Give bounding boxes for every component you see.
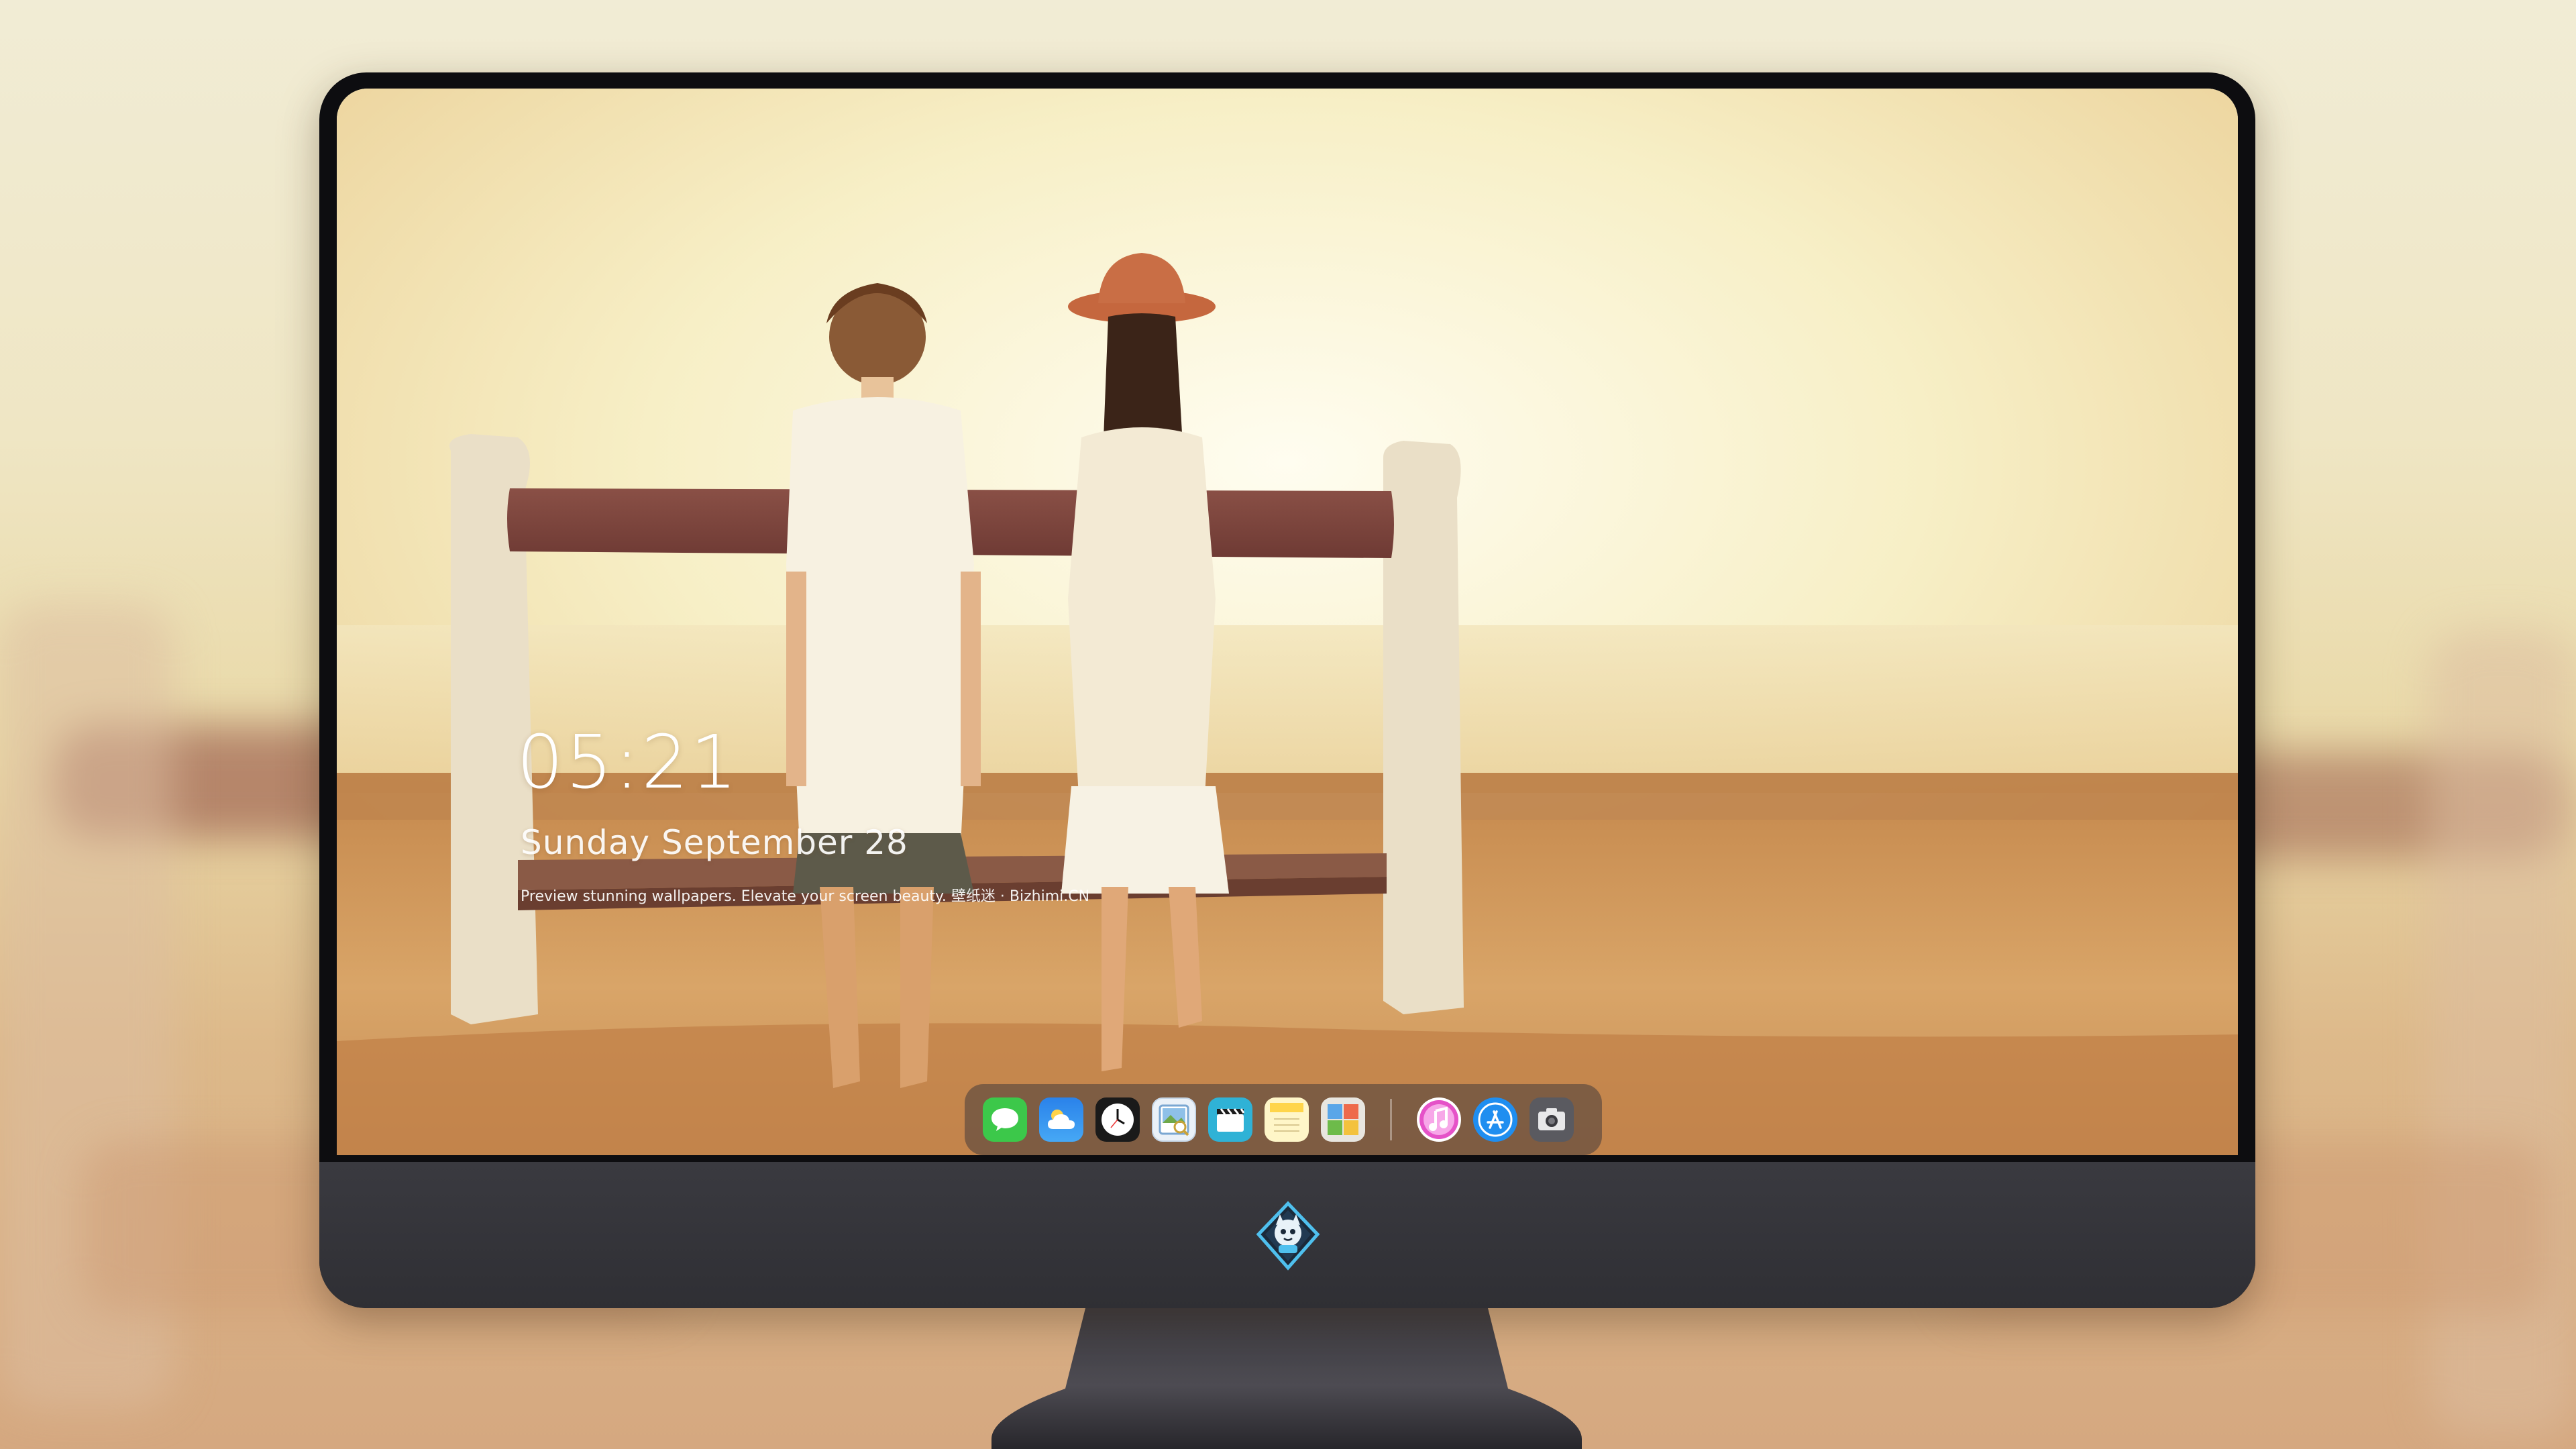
clock-icon [1102,1104,1134,1136]
desktop-mockup: 05:21 Sunday September 28 Preview stunni… [0,0,2576,1449]
music-app-icon[interactable] [1417,1097,1461,1142]
photo-collage-icon [1328,1104,1358,1135]
app-store-icon [1478,1102,1513,1137]
lockscreen-clock: 05:21 [517,719,740,805]
dock [965,1084,1602,1155]
weather-app-icon[interactable] [1039,1097,1083,1142]
app-store-app-icon[interactable] [1473,1097,1517,1142]
dock-separator [1390,1099,1392,1140]
chat-bubble-icon [991,1108,1018,1131]
video-app-icon[interactable] [1208,1097,1252,1142]
clapperboard-icon [1217,1108,1245,1132]
weather-cloud-icon [1048,1110,1075,1129]
notes-app-icon[interactable] [1265,1097,1309,1142]
preview-icon [1159,1104,1189,1136]
mascot-logo-icon [1256,1201,1320,1271]
camera-icon [1538,1108,1565,1130]
monitor-stand [991,1308,1582,1449]
desktop-screen: 05:21 Sunday September 28 Preview stunni… [337,89,2238,1155]
clock-app-icon[interactable] [1095,1097,1140,1142]
photo-booth-app-icon[interactable] [1321,1097,1365,1142]
messages-app-icon[interactable] [983,1097,1027,1142]
wallpaper-caption: Preview stunning wallpapers. Elevate you… [521,888,1090,905]
music-note-icon [1419,1100,1458,1139]
wallpaper-couple-on-bench [337,89,2238,1155]
notes-icon [1270,1103,1303,1132]
lockscreen-date: Sunday September 28 [521,823,908,862]
camera-app-icon[interactable] [1529,1097,1574,1142]
preview-app-icon[interactable] [1152,1097,1196,1142]
